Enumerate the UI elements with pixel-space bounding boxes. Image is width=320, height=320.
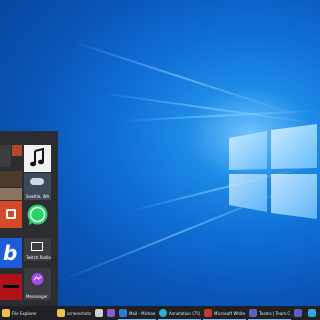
messenger-tile[interactable]: Messenger: [24, 268, 51, 300]
music-note-icon: [30, 147, 44, 167]
logo-pane: [271, 124, 317, 169]
logo-pane: [229, 131, 267, 170]
whatsapp-icon: [27, 204, 48, 225]
taskbar-screenshots[interactable]: screenshots: [55, 306, 93, 320]
bing-tile[interactable]: b: [0, 238, 22, 268]
store-icon: [95, 309, 103, 317]
bing-icon: b: [3, 241, 18, 265]
whatsapp-tile[interactable]: [24, 201, 51, 228]
music-icon: [294, 309, 302, 317]
taskbar-label: Microsoft Whiteboa...: [214, 310, 245, 316]
taskbar-label: File Explorer: [12, 310, 37, 316]
news-tile[interactable]: [0, 171, 22, 187]
twitch-icon: [31, 242, 43, 251]
folder-icon: [57, 309, 65, 317]
edge-icon: [159, 309, 167, 317]
teams-icon: [249, 309, 257, 317]
weather-tile[interactable]: Seattle, WA: [24, 173, 51, 200]
taskbar: File Explorer screenshots Mail - Michael…: [0, 306, 320, 320]
app-icon: [308, 309, 316, 317]
taskbar-label: screenshots: [67, 310, 91, 316]
groove-music-tile[interactable]: [24, 145, 51, 172]
tile-2[interactable]: [12, 145, 22, 156]
cloud-icon: [30, 178, 44, 185]
taskbar-visual-studio[interactable]: [105, 306, 117, 320]
start-menu: Seattle, WA b Twitch Radio Messenger: [0, 131, 58, 306]
taskbar-edge[interactable]: Annotation (75) pro...: [157, 306, 202, 320]
taskbar-app[interactable]: [306, 306, 320, 320]
whiteboard-icon: [204, 309, 212, 317]
taskbar-whiteboard[interactable]: Microsoft Whiteboa...: [202, 306, 247, 320]
taskbar-store[interactable]: [93, 306, 105, 320]
taskbar-file-explorer[interactable]: File Explorer: [0, 306, 55, 320]
taskbar-label: Teams | Team Cond...: [259, 310, 290, 316]
taskbar-label: Mail - Michael Mu...: [129, 310, 155, 316]
weather-label: Seattle, WA: [26, 194, 50, 199]
taskbar-mail[interactable]: Mail - Michael Mu...: [117, 306, 157, 320]
office-icon: [6, 209, 16, 219]
messenger-label: Messenger: [26, 294, 48, 299]
folder-icon: [2, 309, 10, 317]
mail-icon: [119, 309, 127, 317]
windows-logo: [229, 124, 317, 219]
twitch-tile[interactable]: Twitch Radio: [24, 238, 51, 261]
desktop-screen: Seattle, WA b Twitch Radio Messenger Fil…: [0, 0, 320, 320]
photos-tile[interactable]: [0, 188, 22, 200]
taskbar-teams[interactable]: Teams | Team Cond...: [247, 306, 292, 320]
visual-studio-icon: [107, 309, 115, 317]
taskbar-music[interactable]: [292, 306, 306, 320]
logo-pane: [229, 174, 267, 212]
netflix-icon: [3, 285, 19, 288]
office-tile[interactable]: [0, 201, 22, 228]
netflix-tile[interactable]: [0, 274, 22, 300]
messenger-icon: [31, 273, 44, 285]
tile-1[interactable]: [0, 145, 11, 167]
twitch-label: Twitch Radio: [26, 255, 51, 260]
taskbar-label: Annotation (75) pro...: [169, 310, 200, 316]
logo-pane: [271, 174, 317, 219]
